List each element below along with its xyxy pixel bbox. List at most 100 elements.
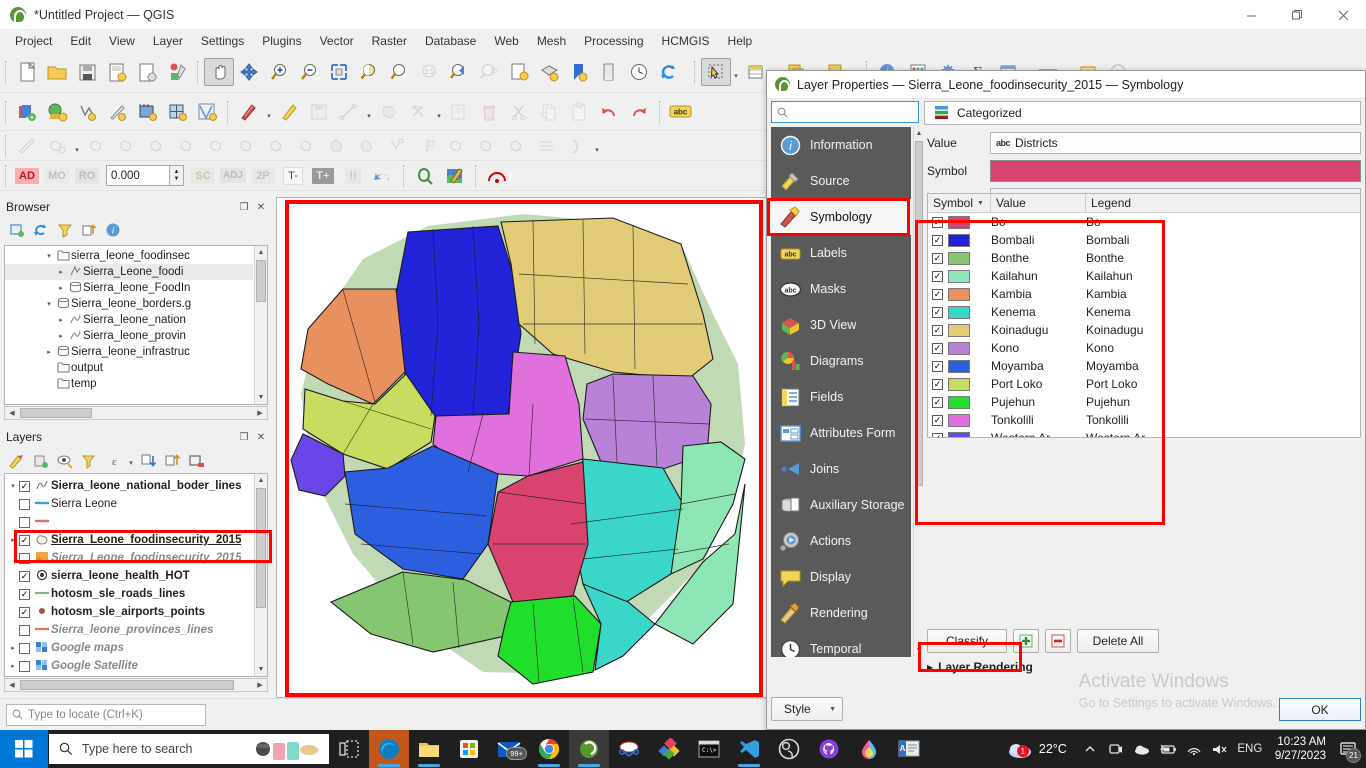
symbol-preview-button[interactable] <box>990 160 1361 182</box>
save-layer-edits-icon[interactable] <box>304 98 334 126</box>
sidebar-item-symbology[interactable]: Symbology <box>771 199 911 235</box>
add-ring-icon[interactable] <box>172 132 202 160</box>
category-symbol-swatch[interactable] <box>948 378 970 391</box>
remove-category-button[interactable] <box>1045 629 1071 653</box>
category-row[interactable]: ✓BombaliBombali <box>928 231 1360 249</box>
browser-scroll-thumb[interactable] <box>256 260 266 302</box>
category-symbol-swatch[interactable] <box>948 324 970 337</box>
copy-features-icon[interactable] <box>534 98 564 126</box>
expand-arrow-icon[interactable]: ▸ <box>55 268 67 276</box>
vertex-tool-dropdown[interactable]: ▾ <box>434 98 444 126</box>
browser-hscroll-left[interactable]: ◀ <box>5 409 19 417</box>
undo-icon[interactable] <box>594 98 624 126</box>
filter-legend-expression-icon[interactable]: ε <box>102 450 124 472</box>
menu-layer[interactable]: Layer <box>144 31 192 51</box>
browser-tree-item[interactable]: ▸Sierra_leone_provin <box>5 328 253 344</box>
expand-arrow-icon[interactable]: ▾ <box>43 252 55 260</box>
browser-horizontal-scrollbar[interactable]: ◀ ▶ <box>4 406 268 420</box>
browser-hscroll-right[interactable]: ▶ <box>253 409 267 417</box>
menu-project[interactable]: Project <box>6 31 61 51</box>
layer-visibility-checkbox[interactable] <box>19 625 30 636</box>
mail-icon[interactable]: 99+ <box>489 730 529 768</box>
action-center-button[interactable]: 21 <box>1334 730 1362 768</box>
refresh-icon[interactable] <box>654 58 684 86</box>
category-row[interactable]: ✓TonkoliliTonkolili <box>928 411 1360 429</box>
layer-tree-item[interactable]: ✓sierra_leone_health_HOT <box>5 567 253 585</box>
layer-tree-item[interactable]: Sierra_leone_provinces_lines <box>5 621 253 639</box>
category-symbol-swatch[interactable] <box>948 216 970 229</box>
zoom-last-icon[interactable] <box>444 58 474 86</box>
save-project-icon[interactable] <box>72 58 102 86</box>
browser-tree[interactable]: ▾sierra_leone_foodinsec▸Sierra_Leone_foo… <box>4 245 268 405</box>
sidebar-item-joins[interactable]: Joins <box>771 451 911 487</box>
cad-ro-button[interactable]: RO <box>72 162 102 190</box>
task-view-icon[interactable] <box>329 730 369 768</box>
category-enabled-checkbox[interactable]: ✓ <box>932 289 943 300</box>
zoom-next-icon[interactable] <box>474 58 504 86</box>
sidebar-item-attributes-form[interactable]: Attributes Form <box>771 415 911 451</box>
reshape-features-icon[interactable] <box>322 132 352 160</box>
add-part-icon[interactable] <box>202 132 232 160</box>
locator-search-input[interactable]: Type to locate (Ctrl+K) <box>6 704 206 726</box>
camera-icon[interactable] <box>1103 730 1129 768</box>
category-row[interactable]: ✓KailahunKailahun <box>928 267 1360 285</box>
snipping-tool-icon[interactable] <box>609 730 649 768</box>
taskbar-search-box[interactable]: Type here to search <box>49 734 329 764</box>
offset-curve-icon[interactable] <box>352 132 382 160</box>
expand-arrow-icon[interactable]: ▸ <box>7 662 19 670</box>
simplify-feature-icon[interactable] <box>142 132 172 160</box>
category-row[interactable]: ✓Western ArWestern Ar <box>928 429 1360 438</box>
category-symbol-swatch[interactable] <box>948 306 970 319</box>
cad-angle-stepper[interactable]: ▲▼ <box>170 165 184 186</box>
current-edits-dropdown[interactable]: ▾ <box>264 98 274 126</box>
vscode-icon[interactable] <box>729 730 769 768</box>
language-indicator[interactable]: ENG <box>1233 730 1267 768</box>
add-feature-icon[interactable] <box>334 98 364 126</box>
zoom-in-icon[interactable] <box>264 58 294 86</box>
style-button[interactable]: Style ▼ <box>771 697 843 721</box>
browser-tree-item[interactable]: ▸Sierra_leone_infrastruc <box>5 344 253 360</box>
layer-tree-item[interactable]: ▸Google maps <box>5 639 253 657</box>
sidebar-item-labels[interactable]: abcLabels <box>771 235 911 271</box>
open-layer-styling-panel-icon[interactable] <box>6 450 28 472</box>
category-symbol-swatch[interactable] <box>948 432 970 439</box>
browser-tree-item[interactable]: ▾sierra_leone_foodinsec <box>5 248 253 264</box>
gps-tracking-icon[interactable] <box>482 162 512 190</box>
column-header-symbol[interactable]: Symbol ▼ <box>928 194 991 212</box>
category-enabled-checkbox[interactable]: ✓ <box>932 415 943 426</box>
layer-visibility-checkbox[interactable] <box>19 499 30 510</box>
start-button[interactable] <box>0 730 48 768</box>
category-enabled-checkbox[interactable]: ✓ <box>932 217 943 228</box>
browser-tree-item[interactable]: output <box>5 360 253 376</box>
category-symbol-swatch[interactable] <box>948 288 970 301</box>
layer-visibility-checkbox[interactable]: ✓ <box>19 535 30 546</box>
add-virtual-layer-icon[interactable] <box>192 98 222 126</box>
cad-angle-value[interactable]: 0.000 <box>106 165 170 186</box>
expand-arrow-icon[interactable]: ▸ <box>7 644 19 652</box>
browser-tree-item[interactable]: ▾Sierra_leone_borders.g <box>5 296 253 312</box>
battery-icon[interactable] <box>1155 730 1181 768</box>
dialog-search-input[interactable] <box>771 101 919 123</box>
cad-angle-spinner[interactable]: 0.000 ▲▼ <box>106 165 184 186</box>
weather-widget[interactable]: 1 22°C <box>1003 739 1077 759</box>
expand-arrow-icon[interactable]: ▸ <box>55 316 67 324</box>
word-icon[interactable]: A <box>889 730 929 768</box>
menu-vector[interactable]: Vector <box>311 31 363 51</box>
category-row[interactable]: ✓PujehunPujehun <box>928 393 1360 411</box>
category-symbol-swatch[interactable] <box>948 360 970 373</box>
layers-close-icon[interactable]: ✕ <box>254 430 268 444</box>
edge-browser-icon[interactable] <box>369 730 409 768</box>
column-header-value[interactable]: Value <box>991 194 1086 212</box>
category-row[interactable]: ✓BoBo <box>928 213 1360 231</box>
ok-button[interactable]: OK <box>1279 698 1361 721</box>
fill-ring-icon[interactable] <box>232 132 262 160</box>
layer-rendering-expander-icon[interactable]: ▶ <box>927 663 933 672</box>
delete-part-icon[interactable] <box>292 132 322 160</box>
layer-tree-item[interactable]: ▸Google Satellite <box>5 657 253 675</box>
layer-tree-item[interactable]: ✓hotosm_sle_airports_points <box>5 603 253 621</box>
cad-mo-button[interactable]: MO <box>42 162 72 190</box>
delete-selected-icon[interactable] <box>474 98 504 126</box>
temporal-controller-icon[interactable] <box>624 58 654 86</box>
remove-layer-icon[interactable] <box>186 450 208 472</box>
delete-all-button[interactable]: Delete All <box>1077 629 1159 653</box>
